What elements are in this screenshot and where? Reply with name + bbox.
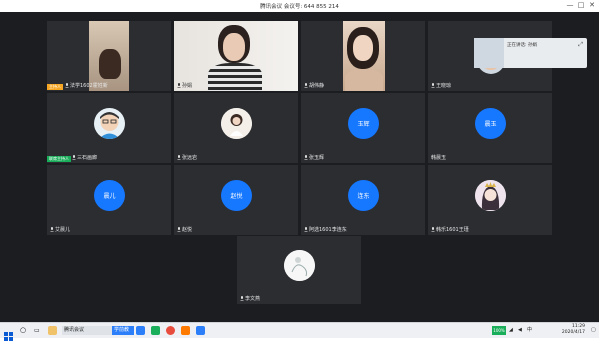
participant-tile[interactable]: 玉辉 张玉辉 <box>301 93 425 163</box>
microphone-icon <box>240 296 244 301</box>
participant-face <box>353 35 373 61</box>
tencent-meeting-icon[interactable] <box>196 326 205 335</box>
participant-name-label: 赵悦 <box>182 227 193 233</box>
participant-name-label: 韩乐1601王瑾 <box>436 227 469 233</box>
participant-tile[interactable]: 连东 阿选1601李连东 <box>301 165 425 235</box>
clock-date: 2020/4/17 <box>561 330 585 335</box>
microphone-icon <box>50 227 54 232</box>
battery-indicator[interactable]: 100% <box>492 326 506 335</box>
microphone-icon <box>431 83 435 88</box>
participant-tile[interactable]: 胡伟静 <box>301 21 425 91</box>
microphone-icon <box>431 227 435 232</box>
avatar <box>475 180 506 211</box>
maximize-button[interactable]: □ <box>576 1 586 10</box>
participant-tile[interactable]: 赵悦 赵悦 <box>174 165 298 235</box>
participant-name-label: 张玉辉 <box>309 155 325 161</box>
participant-head <box>99 49 121 79</box>
avatar <box>221 108 252 139</box>
search-icon[interactable]: ○ <box>20 326 29 335</box>
participant-tile[interactable]: 晨玉 韩晨玉 <box>428 93 552 163</box>
avatar: 晨儿 <box>94 180 125 211</box>
microphone-icon <box>72 155 76 160</box>
speaker-mini-panel[interactable]: 正在讲话: 孙娟 ⤢ <box>474 38 587 68</box>
network-icon[interactable]: ◢ <box>509 326 515 335</box>
cartoon-avatar-icon <box>99 112 120 139</box>
file-explorer-icon[interactable] <box>48 326 57 335</box>
participant-name: 李文燕 <box>240 295 260 302</box>
participant-name-label: 韩晨玉 <box>431 155 447 161</box>
microphone-icon <box>304 155 308 160</box>
edge-browser-icon[interactable] <box>136 326 145 335</box>
microphone-icon <box>304 83 308 88</box>
participant-name: 韩乐1601王瑾 <box>431 226 469 233</box>
windows-start-icon[interactable] <box>4 326 13 341</box>
avatar: 连东 <box>348 180 379 211</box>
portrait-avatar-icon <box>221 108 252 139</box>
task-view-icon[interactable]: ▭ <box>34 326 43 335</box>
participant-name-label: 法学1602霍姓新 <box>70 83 108 89</box>
microphone-icon <box>177 227 181 232</box>
minimize-button[interactable]: — <box>565 1 575 10</box>
participant-name-label: 胡伟静 <box>309 83 325 89</box>
expand-icon[interactable]: ⤢ <box>578 41 583 49</box>
participant-name-label: 张远岩 <box>182 155 198 161</box>
chat-app-icon[interactable] <box>151 326 160 335</box>
window-titlebar: 腾讯会议 会议号: 644 855 214 — □ ✕ <box>0 0 599 12</box>
participant-name-label: 王晓琼 <box>436 83 452 89</box>
microphone-icon <box>177 155 181 160</box>
participant-name-label: 孙娟 <box>182 83 193 89</box>
participant-name: 孙娟 <box>177 82 192 89</box>
participant-name: 赵悦 <box>177 226 192 233</box>
participant-name: 阿选1601李连东 <box>304 226 347 233</box>
anime-avatar-icon <box>475 180 506 211</box>
participant-name: 张玉辉 <box>304 154 324 161</box>
avatar: 玉辉 <box>348 108 379 139</box>
chrome-icon[interactable] <box>166 326 175 335</box>
participant-name: 法学1602霍姓新 <box>65 82 108 89</box>
taskbar-clock[interactable]: 11:29 2020/4/17 <box>562 324 585 336</box>
participant-tile[interactable]: 孙娟 <box>174 21 298 91</box>
microphone-icon <box>65 83 69 88</box>
notification-icon[interactable]: ▢ <box>591 326 597 335</box>
avatar <box>284 250 315 281</box>
close-button[interactable]: ✕ <box>587 1 597 10</box>
host-badge: 主持人 <box>47 84 63 90</box>
volume-icon[interactable]: ◀ <box>518 326 524 335</box>
participant-name-label: 三石画廊 <box>77 155 98 161</box>
participant-tile[interactable]: 主持人 法学1602霍姓新 <box>47 21 171 91</box>
speaker-label: 正在讲话: 孙娟 <box>507 43 537 48</box>
participant-name: 韩晨玉 <box>431 154 446 161</box>
participant-name: 胡伟静 <box>304 82 324 89</box>
avatar: 赵悦 <box>221 180 252 211</box>
participant-tile[interactable]: 韩乐1601王瑾 <box>428 165 552 235</box>
taskbar-app-document[interactable]: 学前教育-1 <box>112 326 134 335</box>
participant-name-label: 阿选1601李连东 <box>309 227 347 233</box>
participant-tile[interactable]: 晨儿 艾晨儿 <box>47 165 171 235</box>
media-app-icon[interactable] <box>181 326 190 335</box>
meeting-stage: 主持人 法学1602霍姓新 孙娟 胡伟静 王晓琼 联席主持人 三石画廊 张远岩 <box>0 12 599 322</box>
window-title: 腾讯会议 会议号: 644 855 214 <box>260 4 339 10</box>
participant-tile[interactable]: 张远岩 <box>174 93 298 163</box>
participant-body <box>345 69 383 91</box>
ime-indicator[interactable]: 中 <box>527 326 535 335</box>
participant-name: 王晓琼 <box>431 82 451 89</box>
participant-name: 艾晨儿 <box>50 226 70 233</box>
microphone-icon <box>177 83 181 88</box>
participant-name-label: 艾晨儿 <box>55 227 71 233</box>
participant-body <box>208 63 262 91</box>
sketch-avatar-icon <box>284 250 315 281</box>
avatar: 晨玉 <box>475 108 506 139</box>
participant-name-label: 李文燕 <box>245 296 261 302</box>
participant-face <box>223 33 245 61</box>
participant-name: 三石画廊 <box>72 154 97 161</box>
avatar <box>94 108 125 139</box>
participant-tile[interactable]: 李文燕 <box>237 236 361 304</box>
participant-name: 张远岩 <box>177 154 197 161</box>
cohost-badge: 联席主持人 <box>47 156 71 162</box>
speaker-thumbnail <box>474 38 504 68</box>
windows-taskbar: ○ ▭ 腾讯会议 学前教育-1 100% ◢ ◀ 中 11:29 2020/4/… <box>0 322 599 341</box>
participant-tile[interactable]: 联席主持人 三石画廊 <box>47 93 171 163</box>
microphone-icon <box>304 227 308 232</box>
taskbar-app-meeting[interactable]: 腾讯会议 <box>62 326 112 335</box>
